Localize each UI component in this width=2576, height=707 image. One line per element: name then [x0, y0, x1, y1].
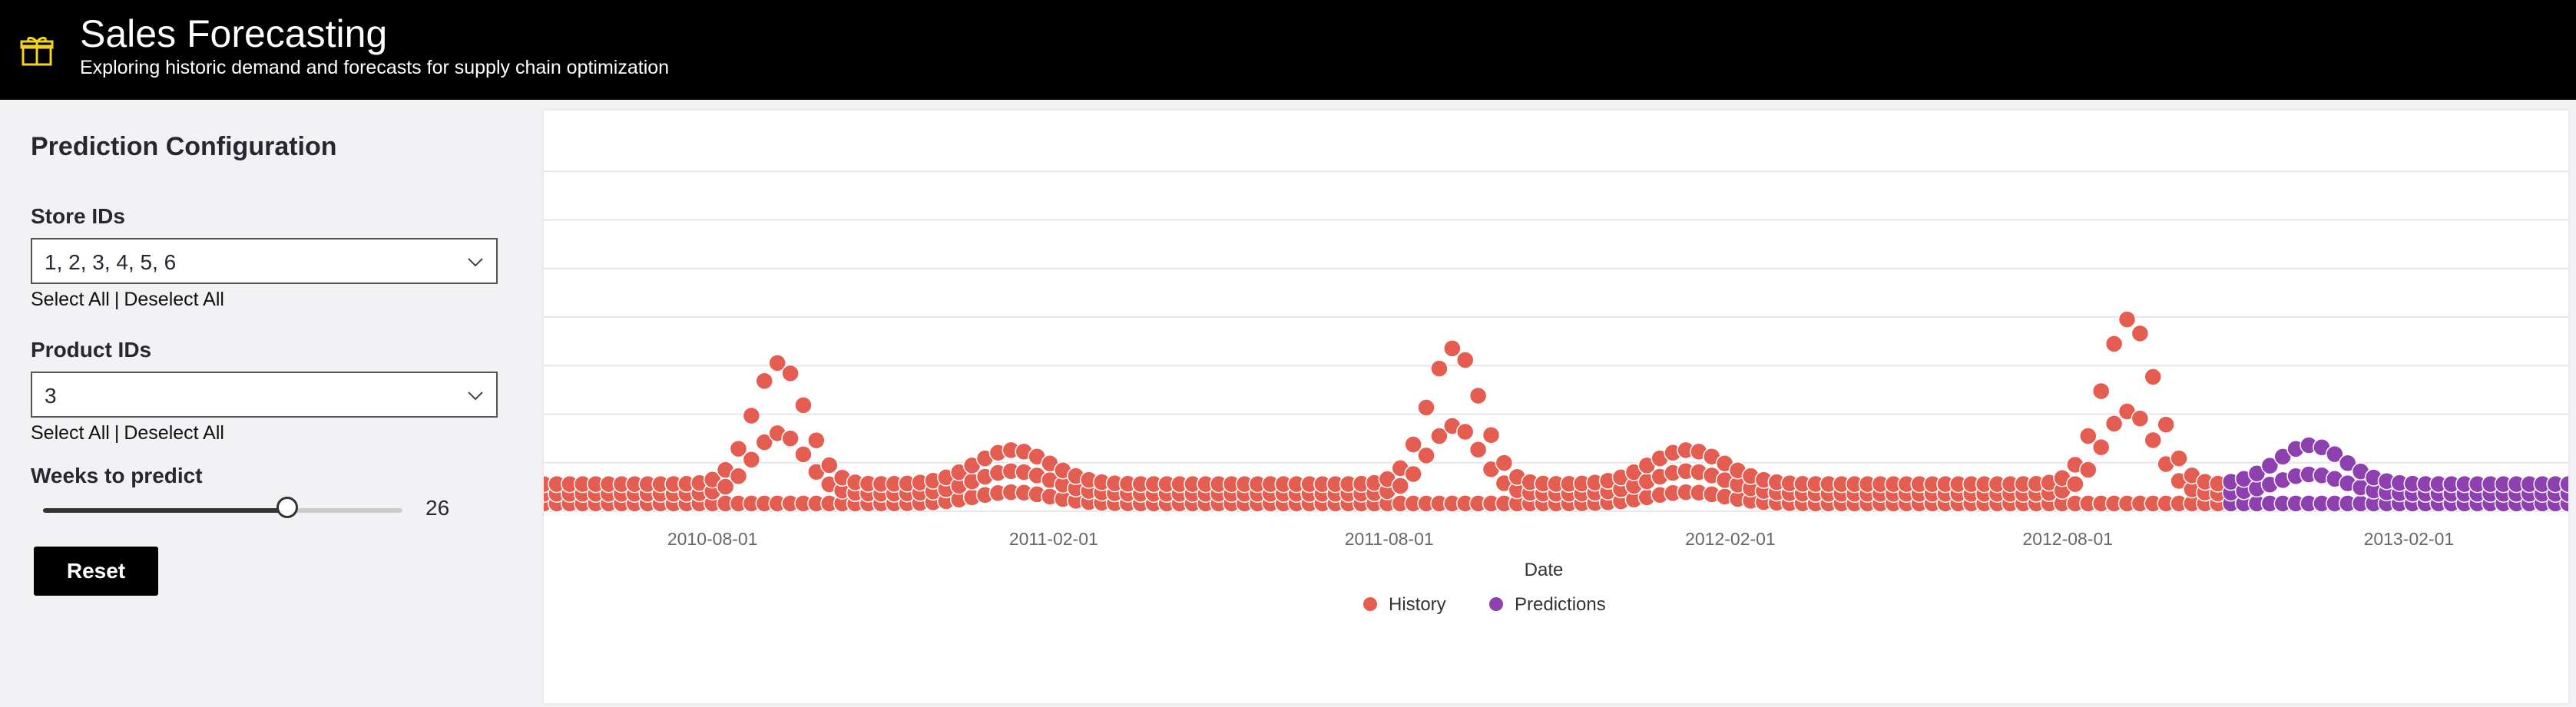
data-point [1468, 386, 1488, 405]
data-point [819, 456, 839, 474]
store-ids-label: Store IDs [31, 204, 125, 228]
legend-label: Predictions [1515, 594, 1606, 615]
data-point [2091, 382, 2111, 401]
product-select-all-button[interactable]: Select All [31, 422, 110, 444]
data-point [794, 396, 813, 415]
store-deselect-all-button[interactable]: Deselect All [124, 289, 224, 310]
data-point [807, 431, 826, 450]
weeks-slider-thumb[interactable] [276, 497, 299, 518]
data-point [2170, 449, 2188, 467]
data-point [1430, 359, 1449, 378]
chevron-down-icon [468, 258, 483, 267]
data-point [755, 372, 774, 391]
data-point [1455, 351, 1475, 369]
x-tick-label: 2010-08-01 [667, 529, 758, 549]
data-point [2104, 415, 2124, 433]
data-point [2131, 324, 2150, 343]
x-tick-label: 2013-02-01 [2364, 529, 2455, 549]
page-title: Sales Forecasting [80, 12, 388, 55]
x-tick-label: 2011-08-01 [1345, 529, 1434, 549]
product-deselect-all-button[interactable]: Deselect All [124, 422, 224, 444]
data-point [794, 445, 813, 464]
product-ids-select[interactable]: 3 [31, 372, 498, 418]
chart-points [535, 310, 2576, 513]
data-point [2104, 335, 2124, 353]
data-point [2091, 438, 2111, 457]
x-tick-label: 2012-08-01 [2022, 529, 2113, 549]
data-point [1417, 398, 1435, 417]
data-point [2157, 415, 2175, 434]
separator: | [114, 422, 120, 444]
weeks-slider[interactable] [43, 497, 402, 518]
weeks-slider-fill [43, 508, 288, 513]
data-point [2144, 431, 2163, 450]
gift-icon [20, 36, 54, 66]
data-point [742, 406, 761, 425]
chart-legend: History Predictions [1363, 594, 1606, 615]
store-select-all-button[interactable]: Select All [31, 289, 110, 310]
data-point [742, 450, 761, 469]
data-point [2117, 310, 2137, 329]
chart-panel: 2010-08-01 2011-02-01 2011-08-01 2012-02-01… [535, 111, 2576, 703]
data-point [1468, 440, 1488, 459]
store-ids-value: 1, 2, 3, 4, 5, 6 [45, 250, 177, 274]
weeks-label: Weeks to predict [31, 464, 203, 487]
data-point [1404, 464, 1422, 484]
chevron-down-icon [468, 391, 483, 401]
product-ids-actions: Select All | Deselect All [31, 422, 224, 444]
x-tick-label: 2011-02-01 [1009, 529, 1098, 549]
data-point [781, 429, 800, 448]
data-point [2079, 461, 2098, 479]
x-axis-ticks: 2010-08-01 2011-02-01 2011-08-01 2012-02-01… [667, 529, 2454, 549]
data-point [781, 364, 800, 383]
data-point [1391, 477, 1409, 495]
sidebar: Prediction Configuration Store IDs 1, 2,… [8, 111, 522, 703]
data-point [1443, 339, 1462, 358]
page-subtitle: Exploring historic demand and forecasts … [80, 57, 670, 78]
data-point [1482, 425, 1501, 444]
data-point [1495, 454, 1514, 472]
sales-scatter-chart: 2010-08-01 2011-02-01 2011-08-01 2012-02-01… [535, 170, 2576, 615]
weeks-value: 26 [425, 496, 450, 520]
x-axis-label: Date [1525, 560, 1564, 580]
sidebar-title: Prediction Configuration [31, 132, 337, 161]
product-ids-value: 3 [45, 384, 57, 408]
legend-label: History [1389, 594, 1446, 615]
data-point [2066, 474, 2084, 494]
data-point [1417, 446, 1435, 465]
app-header: Sales Forecasting Exploring historic dem… [0, 0, 2576, 100]
data-point [2131, 409, 2150, 428]
legend-marker [1489, 597, 1503, 611]
store-ids-actions: Select All | Deselect All [31, 289, 224, 311]
product-ids-label: Product IDs [31, 338, 152, 362]
separator: | [114, 289, 120, 310]
data-point [2144, 368, 2163, 386]
data-point [729, 467, 748, 485]
x-tick-label: 2012-02-01 [1685, 529, 1776, 549]
reset-button[interactable]: Reset [34, 547, 158, 596]
legend-marker [1363, 597, 1377, 611]
data-point [1455, 422, 1475, 441]
store-ids-select[interactable]: 1, 2, 3, 4, 5, 6 [31, 238, 498, 284]
